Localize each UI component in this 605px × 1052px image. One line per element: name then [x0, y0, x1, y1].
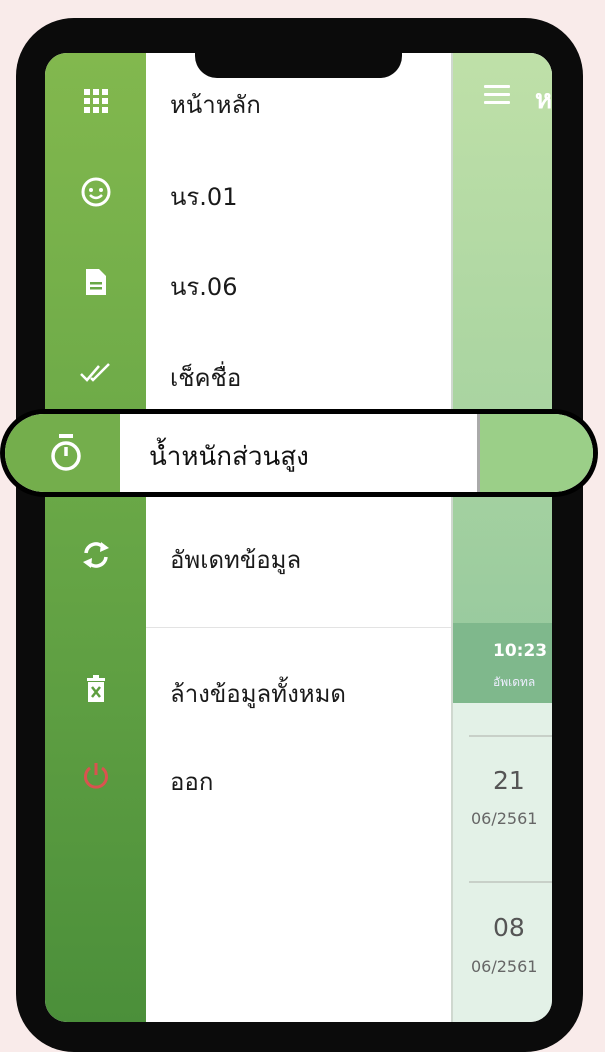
entry-month: 06/2561	[471, 957, 538, 976]
app-screen: หน้าหลัก นร.01 นร.06 เช็คชื่อ อัพเดทข้อม…	[45, 53, 552, 1022]
menu-item-attendance[interactable]: เช็คชื่อ	[170, 358, 241, 397]
power-icon[interactable]	[74, 754, 118, 798]
menu-item-nor01[interactable]: นร.01	[170, 177, 237, 216]
menu-item-update-data[interactable]: อัพเดทข้อมูล	[170, 540, 301, 579]
double-check-icon[interactable]	[74, 351, 118, 395]
menu-item-logout[interactable]: ออก	[170, 762, 213, 801]
menu-divider	[146, 627, 451, 628]
highlighted-menu-item[interactable]: น้ำหนักส่วนสูง	[0, 409, 598, 497]
nav-menu: หน้าหลัก นร.01 นร.06 เช็คชื่อ อัพเดทข้อม…	[146, 53, 451, 1022]
phone-notch	[195, 53, 402, 78]
menu-item-nor06[interactable]: นร.06	[170, 267, 237, 306]
update-label: อัพเดทล	[493, 675, 536, 689]
header-title: ห	[535, 85, 552, 115]
update-band: 10:23 อัพเดทล	[453, 623, 552, 703]
list-divider	[469, 881, 552, 883]
menu-item-home[interactable]: หน้าหลัก	[170, 85, 261, 124]
update-time: 10:23	[493, 641, 548, 661]
highlighted-menu-item-inner: น้ำหนักส่วนสูง	[5, 414, 593, 492]
menu-item-weight-height[interactable]: น้ำหนักส่วนสูง	[149, 436, 309, 477]
sync-icon[interactable]	[74, 533, 118, 577]
hamburger-icon[interactable]	[484, 85, 510, 104]
entry-day: 21	[493, 766, 525, 795]
highlight-content-segment	[480, 414, 593, 492]
grid-icon[interactable]	[74, 79, 118, 123]
list-divider	[469, 735, 552, 737]
menu-item-clear-all[interactable]: ล้างข้อมูลทั้งหมด	[170, 674, 346, 713]
content-header-area	[453, 53, 552, 703]
trash-icon[interactable]	[74, 667, 118, 711]
entry-month: 06/2561	[471, 809, 538, 828]
document-icon[interactable]	[74, 260, 118, 304]
face-icon[interactable]	[74, 170, 118, 214]
icon-rail	[45, 53, 146, 1022]
entry-day: 08	[493, 913, 525, 942]
main-content-peek: ห 10:23 อัพเดทล 21 06/2561 08 06/2561	[451, 53, 552, 1022]
stopwatch-icon	[45, 432, 87, 474]
